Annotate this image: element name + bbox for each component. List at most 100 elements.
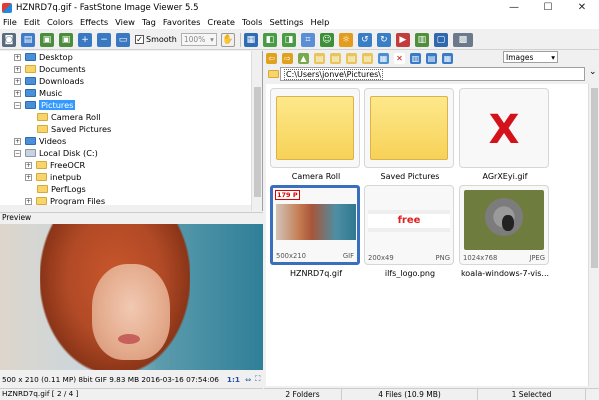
tree-item-local-disk[interactable]: − Local Disk (C:)	[14, 147, 98, 159]
thumbnail-type: PNG	[435, 254, 450, 262]
folder-tree[interactable]: + Desktop + Documents + Downloads + Musi…	[0, 51, 263, 211]
tree-item-saved-pictures[interactable]: Saved Pictures	[37, 123, 111, 135]
expand-icon[interactable]: +	[14, 65, 21, 73]
file-type-filter[interactable]: Images ▾	[503, 51, 558, 63]
thumbnail-caption: ilfs_logo.png	[384, 269, 436, 278]
thumbnail-grid[interactable]: Camera Roll Saved Pictures X AGrXEyi.gif…	[266, 84, 599, 386]
close-button[interactable]: ✕	[565, 0, 599, 15]
delete-icon[interactable]: ✕	[394, 52, 405, 64]
chevron-down-icon[interactable]: ⌄	[589, 67, 597, 77]
new-folder-icon[interactable]: ▤	[330, 52, 341, 64]
details-view-icon[interactable]: ▤	[426, 52, 437, 64]
scrollbar-thumb[interactable]	[591, 88, 598, 268]
print-icon[interactable]: ▥	[414, 32, 429, 47]
person-icon[interactable]: ☺	[319, 32, 334, 47]
back-icon[interactable]: ⇦	[266, 52, 277, 64]
thumbnail-vertical-scrollbar[interactable]	[588, 84, 599, 386]
list-view-icon[interactable]: ▦	[442, 52, 453, 64]
zoom-select[interactable]: 100% ▾	[180, 33, 217, 46]
menu-effects[interactable]: Effects	[77, 17, 112, 27]
actual-size-button[interactable]: 1:1	[227, 375, 240, 384]
fit-window-icon[interactable]: ▭	[116, 32, 130, 47]
menu-colors[interactable]: Colors	[44, 17, 77, 27]
hand-tool-icon[interactable]: ✋	[220, 32, 235, 47]
menu-edit[interactable]: Edit	[21, 17, 44, 27]
minimize-button[interactable]: —	[497, 0, 531, 15]
menu-favorites[interactable]: Favorites	[160, 17, 204, 27]
thumbnail-view-icon[interactable]: ▥	[410, 52, 421, 64]
tree-item-music[interactable]: + Music	[14, 87, 62, 99]
expand-icon[interactable]: +	[14, 89, 21, 97]
expand-icon[interactable]: +	[25, 173, 32, 181]
save-icon[interactable]: ▣	[40, 32, 54, 47]
collapse-icon[interactable]: −	[14, 149, 21, 157]
expand-icon[interactable]: +	[14, 53, 21, 61]
menu-create[interactable]: Create	[204, 17, 239, 27]
thumbnail-frame[interactable]	[270, 88, 360, 168]
rotate-right-icon[interactable]: ↻	[376, 32, 391, 47]
tree-item-freeocr[interactable]: + FreeOCR	[25, 159, 85, 171]
thumbnail-frame[interactable]	[364, 88, 454, 168]
menu-tools[interactable]: Tools	[239, 17, 266, 27]
smooth-checkbox[interactable]: ✓	[135, 35, 144, 44]
zoom-in-icon[interactable]: +	[78, 32, 92, 47]
camera-icon[interactable]: ◙	[2, 32, 16, 47]
smooth-toggle[interactable]: ✓ Smooth	[135, 35, 177, 44]
move-to-folder-icon[interactable]: ▤	[362, 52, 373, 64]
tree-item-documents[interactable]: + Documents	[14, 63, 86, 75]
thumbnail-frame[interactable]: X	[459, 88, 549, 168]
menu-help[interactable]: Help	[307, 17, 333, 27]
tree-item-perflogs[interactable]: PerfLogs	[37, 183, 86, 195]
tree-item-downloads[interactable]: + Downloads	[14, 75, 84, 87]
expand-icon[interactable]: +	[14, 77, 21, 85]
maximize-button[interactable]: ☐	[531, 0, 565, 15]
forward-icon[interactable]: ⇨	[282, 52, 293, 64]
thumbnail-frame[interactable]: 1024x768 JPEG	[459, 185, 549, 265]
address-input[interactable]: C:\Users\jonve\Pictures\	[280, 67, 585, 81]
save-as-icon[interactable]: ▣	[59, 32, 73, 47]
video-icon	[25, 137, 36, 145]
rotate-left-icon[interactable]: ↺	[357, 32, 372, 47]
menu-view[interactable]: View	[112, 17, 139, 27]
copy-to-folder-icon[interactable]: ▤	[346, 52, 357, 64]
tree-item-desktop[interactable]: + Desktop	[14, 51, 73, 63]
folder-favorite-icon[interactable]: ▤	[314, 52, 325, 64]
address-bar: C:\Users\jonve\Pictures\ ⌄	[266, 66, 599, 82]
layout-icon[interactable]: ▩	[452, 32, 473, 47]
preview-image[interactable]	[0, 224, 263, 370]
expand-icon[interactable]: +	[25, 197, 32, 205]
thumbnail-frame[interactable]: 179 P 500x210 GIF	[270, 185, 360, 265]
scrollbar-thumb[interactable]	[254, 87, 261, 197]
collapse-icon[interactable]: −	[14, 101, 21, 109]
folder-icon	[25, 65, 36, 73]
image-prev-icon[interactable]: ◧	[262, 32, 277, 47]
expand-icon[interactable]: +	[14, 137, 21, 145]
tree-item-videos[interactable]: + Videos	[14, 135, 66, 147]
expand-icon[interactable]: +	[25, 161, 32, 169]
tree-item-label: Local Disk (C:)	[39, 148, 98, 158]
menu-file[interactable]: File	[0, 17, 21, 27]
select-all-icon[interactable]: ▦	[378, 52, 389, 64]
thumbnail-frame[interactable]: free 200x49 PNG	[364, 185, 454, 265]
zoom-out-icon[interactable]: −	[97, 32, 111, 47]
tree-vertical-scrollbar[interactable]	[251, 51, 262, 211]
tree-horizontal-scrollbar[interactable]	[0, 205, 252, 211]
tree-item-camera-roll[interactable]: Camera Roll	[37, 111, 101, 123]
film-strip-icon[interactable]: ▦	[243, 32, 258, 47]
fit-icon[interactable]: ⇔	[245, 375, 251, 384]
fullscreen-preview-icon[interactable]: ⛶	[255, 374, 260, 384]
menu-tag[interactable]: Tag	[139, 17, 160, 27]
menu-settings[interactable]: Settings	[266, 17, 307, 27]
fullscreen-icon[interactable]: ▢	[433, 32, 448, 47]
tree-item-pictures[interactable]: − Pictures	[14, 99, 76, 111]
slideshow-icon[interactable]: ▶	[395, 32, 410, 47]
tree-item-inetpub[interactable]: + inetpub	[25, 171, 81, 183]
open-folder-icon[interactable]: ▤	[21, 32, 35, 47]
image-next-icon[interactable]: ◨	[281, 32, 296, 47]
up-folder-icon[interactable]: ▲	[298, 52, 309, 64]
thumbnail-type: JPEG	[529, 254, 545, 262]
crop-icon[interactable]: ⌗	[300, 32, 315, 47]
pictures-icon	[25, 101, 36, 109]
thumbnail-caption: AGrXEyi.gif	[482, 172, 528, 181]
sun-icon[interactable]: ☼	[338, 32, 353, 47]
